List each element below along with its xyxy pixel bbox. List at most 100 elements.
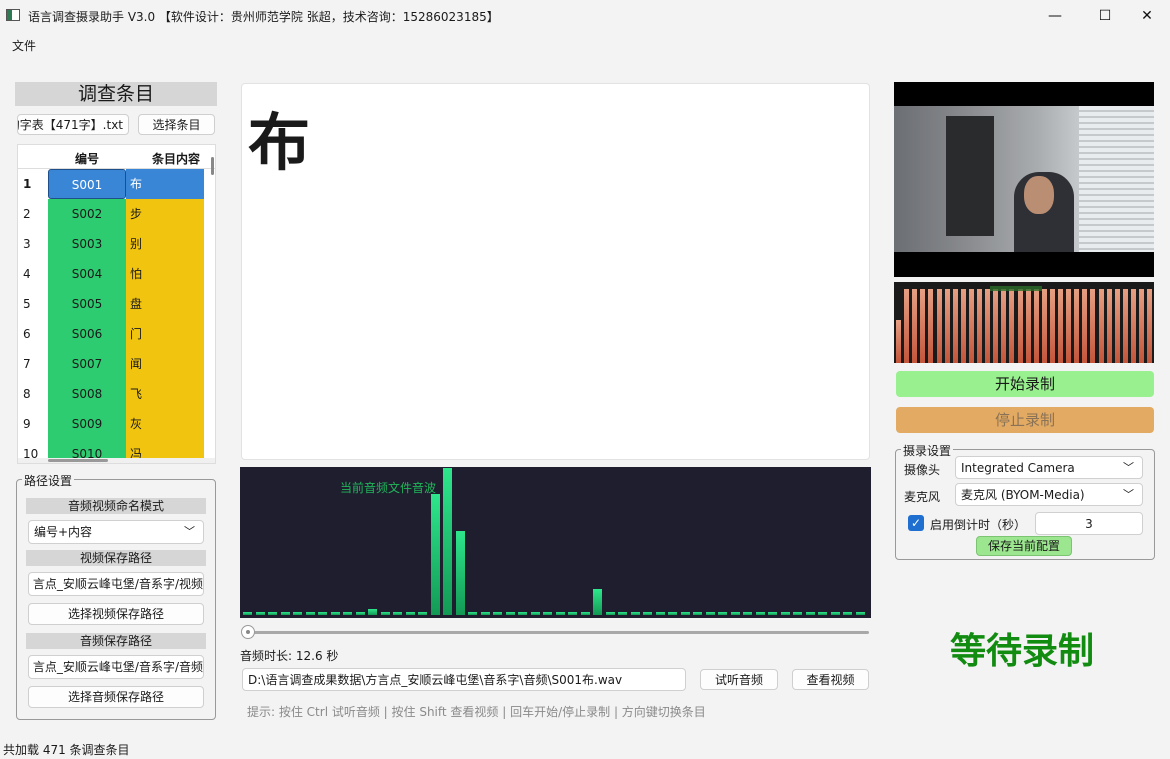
play-audio-button[interactable]: 试听音频 (700, 669, 778, 690)
menu-file[interactable]: 文件 (12, 37, 36, 54)
row-number: 7 (18, 349, 48, 379)
table-row[interactable]: 5 S005 盘 (18, 289, 215, 319)
item-content-cell[interactable]: 灰 (126, 409, 204, 439)
mic-level-bar (968, 289, 974, 363)
maximize-button[interactable]: ☐ (1082, 0, 1128, 32)
mic-level-bar (1001, 289, 1007, 363)
playback-slider-handle[interactable] (241, 625, 255, 639)
waveform-bar (343, 612, 352, 615)
item-content-cell[interactable]: 盘 (126, 289, 204, 319)
view-video-button[interactable]: 查看视频 (792, 669, 869, 690)
row-number: 8 (18, 379, 48, 409)
table-row[interactable]: 6 S006 门 (18, 319, 215, 349)
camera-label: 摄像头 (904, 463, 941, 477)
mic-value: 麦克风 (BYOM-Media) (961, 488, 1085, 502)
waveform-bar (755, 612, 765, 615)
table-row[interactable]: 3 S003 别 (18, 229, 215, 259)
select-items-button[interactable]: 选择条目 (138, 114, 215, 135)
record-settings-title: 摄录设置 (901, 442, 954, 459)
start-recording-button[interactable]: 开始录制 (896, 371, 1154, 397)
waveform-bar (443, 468, 452, 615)
waveform-bar (568, 612, 577, 615)
waveform-bar (680, 612, 690, 615)
mic-level-bar (985, 289, 991, 363)
item-content-cell[interactable]: 步 (126, 199, 204, 229)
item-code-cell[interactable]: S006 (48, 319, 126, 349)
playback-slider-track[interactable] (243, 631, 869, 634)
mic-level-bar (1066, 289, 1072, 363)
camera-frame (894, 106, 1154, 252)
naming-mode-select[interactable]: 编号+内容 ﹀ (28, 520, 204, 544)
waveform-bar (305, 612, 315, 615)
waveform-bar (630, 612, 640, 615)
waveform-bar (293, 612, 302, 615)
item-content-cell[interactable]: 闻 (126, 349, 204, 379)
countdown-checkbox[interactable]: ✓ (908, 515, 924, 531)
countdown-seconds-input[interactable]: 3 (1035, 512, 1143, 535)
item-content-cell[interactable]: 布 (126, 169, 204, 199)
item-file-button[interactable]: 韵字表【471字】.txt (17, 114, 129, 135)
mic-level-bar (1017, 289, 1023, 363)
mic-level-bar (952, 289, 958, 363)
item-content-cell[interactable]: 门 (126, 319, 204, 349)
table-row[interactable]: 1 S001 布 (18, 169, 215, 199)
item-code-cell[interactable]: S009 (48, 409, 126, 439)
waveform-bar (730, 612, 740, 615)
row-number: 4 (18, 259, 48, 289)
item-code-cell[interactable]: S004 (48, 259, 126, 289)
audio-path-label: 音频保存路径 (26, 633, 206, 649)
waveform-bar (668, 612, 677, 615)
items-header: 调查条目 (15, 82, 217, 106)
table-row[interactable]: 7 S007 闻 (18, 349, 215, 379)
item-code-cell[interactable]: S003 (48, 229, 126, 259)
camera-select[interactable]: Integrated Camera ﹀ (955, 456, 1143, 479)
waveform-bar (280, 612, 290, 615)
table-row[interactable]: 8 S008 飞 (18, 379, 215, 409)
mic-select[interactable]: 麦克风 (BYOM-Media) ﹀ (955, 483, 1143, 506)
waveform-bar (268, 612, 277, 615)
save-config-button[interactable]: 保存当前配置 (976, 536, 1072, 556)
item-code-cell[interactable]: S001 (48, 169, 126, 199)
waveform-bar (480, 612, 490, 615)
item-content-cell[interactable]: 怕 (126, 259, 204, 289)
waveform-bar (580, 612, 590, 615)
mic-level-bar (1114, 289, 1120, 363)
stop-recording-button[interactable]: 停止录制 (896, 407, 1154, 433)
recording-status: 等待录制 (950, 631, 1095, 672)
mic-level-bar (1139, 289, 1144, 363)
select-video-path-button[interactable]: 选择视频保存路径 (28, 603, 204, 625)
item-code-cell[interactable]: S005 (48, 289, 126, 319)
item-content-cell[interactable]: 飞 (126, 379, 204, 409)
table-row[interactable]: 9 S009 灰 (18, 409, 215, 439)
minimize-button[interactable]: — (1032, 0, 1078, 32)
video-path-field[interactable]: 言点_安顺云峰屯堡/音系字/视频 (28, 572, 204, 596)
item-code-cell[interactable]: S008 (48, 379, 126, 409)
mic-level-bar (1122, 289, 1128, 363)
waveform-bar (255, 612, 265, 615)
table-row[interactable]: 4 S004 怕 (18, 259, 215, 289)
audio-file-path[interactable]: D:\语言调查成果数据\方言点_安顺云峰屯堡\音系字\音频\S001布.wav (242, 668, 686, 691)
item-content-cell[interactable]: 别 (126, 229, 204, 259)
mic-level-bar (944, 289, 950, 363)
item-code-cell[interactable]: S007 (48, 349, 126, 379)
waveform-bar (843, 612, 852, 615)
waveform-bar (418, 612, 427, 615)
mic-level-bar (1130, 289, 1136, 363)
waveform-bar (368, 609, 377, 615)
table-scrollbar[interactable] (211, 157, 214, 175)
row-number: 6 (18, 319, 48, 349)
close-button[interactable]: ✕ (1124, 0, 1170, 32)
waveform-bar (855, 612, 865, 615)
table-row[interactable]: 2 S002 步 (18, 199, 215, 229)
shortcut-hint: 提示: 按住 Ctrl 试听音频 | 按住 Shift 查看视频 | 回车开始/… (247, 705, 706, 719)
item-code-cell[interactable]: S002 (48, 199, 126, 229)
mic-level-bar (960, 289, 966, 363)
mic-level-bar (1147, 289, 1153, 363)
select-audio-path-button[interactable]: 选择音频保存路径 (28, 686, 204, 708)
audio-waveform: 当前音频文件音波 (240, 467, 871, 618)
camera-preview (894, 82, 1154, 277)
table-hscroll[interactable] (18, 458, 215, 463)
waveform-bar (705, 612, 715, 615)
audio-path-field[interactable]: 言点_安顺云峰屯堡/音系字/音频 (28, 655, 204, 679)
waveform-bar (468, 612, 477, 615)
